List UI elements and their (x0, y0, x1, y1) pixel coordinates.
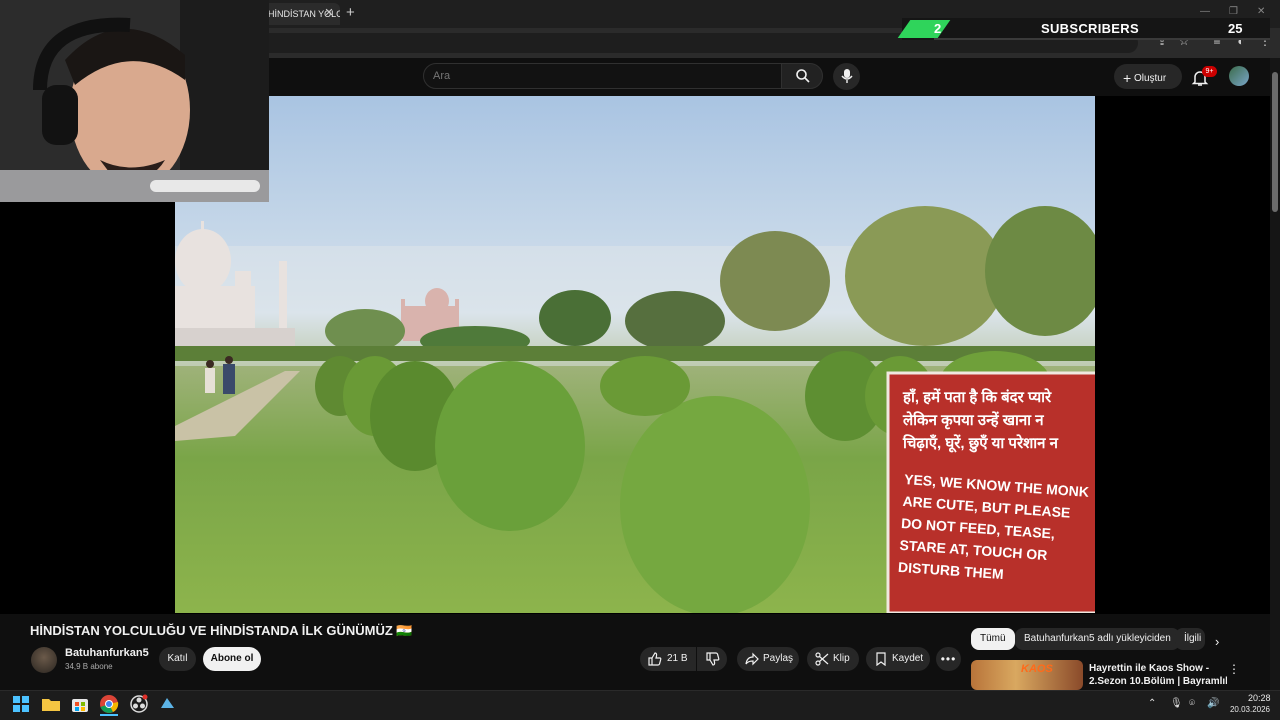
save-label: Kaydet (892, 653, 924, 664)
new-tab-button[interactable]: + (346, 4, 355, 21)
chip-related[interactable]: İlgili (1175, 628, 1205, 650)
share-label: Paylaş (763, 653, 794, 664)
chip-uploader[interactable]: Batuhanfurkan5 adlı yükleyiciden (1015, 628, 1180, 650)
windows-start-icon[interactable] (11, 694, 33, 716)
dislike-button[interactable] (697, 647, 727, 671)
channel-subscriber-count: 34,9 B abone (65, 662, 113, 671)
bookmark-icon (876, 652, 886, 666)
video-frame[interactable]: हाँ, हमें पता है कि बंदर प्यारे लेकिन कृ… (175, 96, 1095, 613)
obs-studio-icon[interactable] (129, 694, 151, 716)
channel-avatar[interactable] (31, 647, 57, 673)
active-app-indicator (100, 714, 118, 716)
subscriber-label: SUBSCRIBERS (1041, 21, 1139, 36)
like-button[interactable]: 21 B (640, 647, 696, 671)
steam-icon[interactable] (158, 694, 180, 716)
tab-close-icon[interactable]: ✕ (322, 6, 336, 19)
plus-icon: + (1123, 70, 1132, 86)
create-label: Oluştur (1133, 73, 1167, 84)
share-icon (745, 652, 759, 666)
scrollbar-thumb[interactable] (1272, 72, 1278, 212)
search-icon (796, 69, 810, 83)
account-avatar[interactable] (1229, 66, 1249, 86)
chrome-icon[interactable] (99, 694, 121, 716)
garden-path (175, 371, 300, 441)
voice-search-button[interactable] (833, 63, 860, 90)
save-button[interactable]: Kaydet (866, 647, 930, 671)
taskbar-clock-time[interactable]: 20:28 (1248, 693, 1271, 703)
join-button[interactable]: Katıl (159, 647, 196, 671)
channel-name[interactable]: Batuhanfurkan5 (65, 647, 149, 659)
tray-overflow-icon[interactable]: ⌃ (1148, 698, 1156, 709)
recommendation-title[interactable]: Hayrettin ile Kaos Show - 2.Sezon 10.Böl… (1089, 662, 1227, 688)
chip-all[interactable]: Tümü (971, 628, 1015, 650)
subscriber-goal: 25 (1228, 21, 1243, 36)
search-button[interactable] (781, 63, 823, 89)
notification-badge: 9+ (1202, 66, 1217, 77)
minimize-window-button[interactable]: — (1200, 6, 1210, 17)
share-button[interactable]: Paylaş (737, 647, 799, 671)
network-icon[interactable]: ⌾ (1189, 698, 1195, 709)
clip-button[interactable]: Klip (807, 647, 859, 671)
close-window-button[interactable]: ✕ (1257, 6, 1265, 17)
clip-label: Klip (833, 653, 850, 664)
thumbs-down-icon (706, 652, 720, 666)
subscriber-progress-track (934, 38, 1270, 40)
maximize-window-button[interactable]: ❐ (1229, 6, 1238, 17)
scissors-icon (815, 652, 829, 666)
like-count: 21 B (667, 653, 688, 664)
file-explorer-icon[interactable] (41, 694, 63, 716)
create-button[interactable]: + Oluştur (1114, 64, 1182, 89)
video-title: HİNDİSTAN YOLCULUĞU VE HİNDİSTANDA İLK G… (30, 623, 413, 638)
sign-english-text: YES, WE KNOW THE MONK ARE CUTE, BUT PLEA… (897, 470, 1090, 583)
thumbs-up-icon (648, 652, 662, 666)
more-horizontal-icon: ••• (940, 652, 957, 666)
volume-icon[interactable]: 🔊 (1207, 698, 1219, 709)
subscriber-count: 2 (934, 21, 942, 36)
more-vertical-icon[interactable]: ⋮ (1228, 662, 1240, 676)
microsoft-store-icon[interactable] (70, 694, 92, 716)
streamer-webcam (0, 0, 269, 202)
search-input[interactable] (433, 69, 763, 83)
more-actions-button[interactable]: ••• (936, 647, 961, 671)
microphone-tray-icon[interactable]: 🎙 (1170, 698, 1183, 709)
windows-taskbar (0, 690, 1280, 720)
microphone-icon (841, 69, 853, 83)
chevron-right-icon[interactable]: › (1215, 634, 1219, 649)
thumbnail-logo-text: KAOS (1021, 663, 1053, 675)
subscribe-button[interactable]: Abone ol (203, 647, 261, 671)
taskbar-clock-date[interactable]: 20.03.2026 (1228, 705, 1270, 714)
webcam-overlay (0, 0, 269, 202)
sign-hindi-text: हाँ, हमें पता है कि बंदर प्यारे लेकिन कृ… (903, 389, 1058, 452)
recommendation-thumbnail[interactable]: KAOS (971, 660, 1083, 690)
